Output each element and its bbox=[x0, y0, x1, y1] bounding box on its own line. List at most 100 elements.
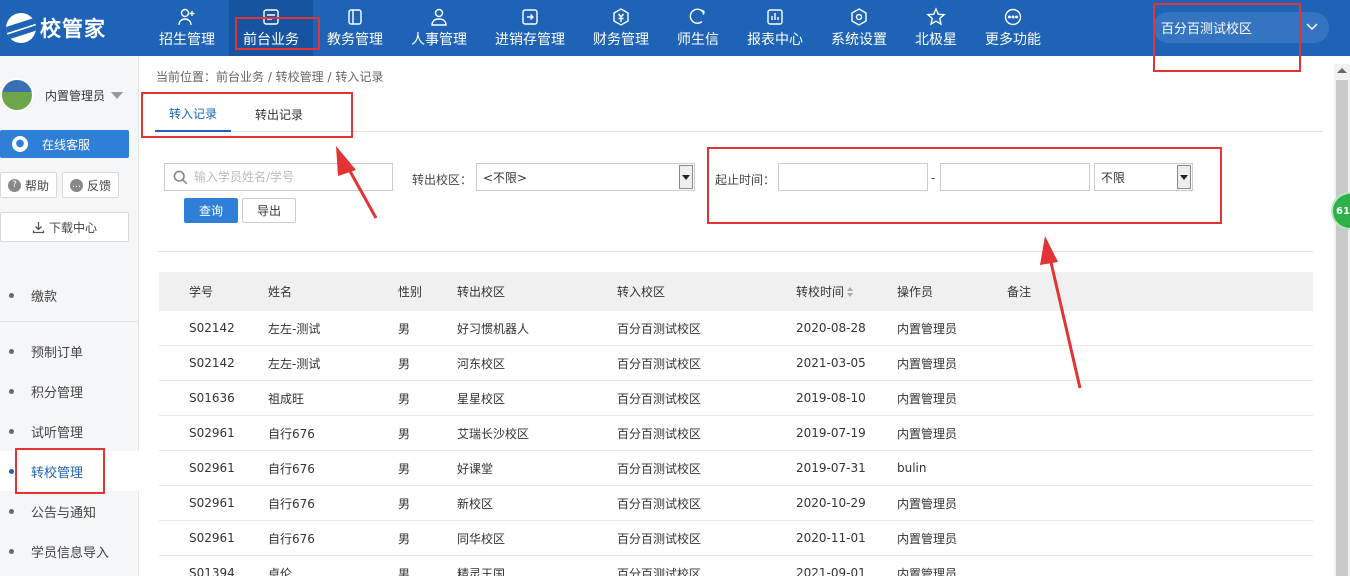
sidebar-item-notice[interactable]: 公告与通知 bbox=[0, 491, 139, 531]
sidebar-item-transfer[interactable]: 转校管理 bbox=[0, 451, 139, 491]
search-input[interactable] bbox=[194, 170, 384, 184]
sidebar-item-preorder[interactable]: 预制订单 bbox=[0, 331, 139, 371]
nav-academic[interactable]: 教务管理 bbox=[313, 0, 397, 56]
from-campus-label: 转出校区： bbox=[412, 173, 473, 187]
nav-settings[interactable]: 系统设置 bbox=[817, 0, 901, 56]
campus-name: 百分百测试校区 bbox=[1161, 22, 1253, 37]
sidebar-item-points[interactable]: 积分管理 bbox=[0, 371, 139, 411]
search-icon bbox=[173, 170, 188, 184]
help-feedback-group: ? 帮助 … 反馈 bbox=[0, 172, 120, 198]
top-navigation-bar: 校管家 招生管理 前台业务 教务管理 人事管理 进销存管理 财务管理 师生信 报… bbox=[0, 0, 1350, 56]
bullet-icon bbox=[9, 348, 14, 354]
transfer-in-table: 学号 姓名 性别 转出校区 转入校区 转校时间 操作员 备注 S02142 左左-… bbox=[159, 272, 1313, 576]
date-range-label: 起止时间： bbox=[715, 173, 776, 187]
question-icon: ? bbox=[8, 178, 21, 192]
col-gender: 性别 bbox=[398, 285, 423, 299]
search-box bbox=[164, 163, 393, 191]
logo-icon bbox=[6, 13, 36, 43]
dropdown-arrow-icon bbox=[1177, 165, 1191, 189]
filter-divider bbox=[158, 251, 1313, 252]
col-name: 姓名 bbox=[268, 285, 293, 299]
table-row[interactable]: S02142 左左-测试男好习惯机器人 百分百测试校区 2020-08-28 内置管理员 bbox=[159, 311, 1313, 346]
nav-finance[interactable]: 财务管理 bbox=[579, 0, 663, 56]
feedback-button[interactable]: … 反馈 bbox=[62, 172, 120, 198]
tab-transfer-in[interactable]: 转入记录 bbox=[155, 96, 232, 132]
table-row[interactable]: S02961 自行676 男艾瑞长沙校区 百分百测试校区 2019-07-19 内置管理员 bbox=[159, 416, 1313, 451]
front-desk-icon bbox=[263, 9, 279, 25]
bullet-icon bbox=[9, 508, 14, 514]
end-date-input[interactable] bbox=[940, 163, 1090, 191]
col-transfer-date[interactable]: 转校时间 bbox=[796, 283, 897, 300]
table-row[interactable]: S01394 卓伦男精灵王国 百分百测试校区 2021-09-01 内置管理员 bbox=[159, 556, 1313, 576]
user-plus-icon bbox=[178, 8, 195, 26]
sidebar-item-payment[interactable]: 缴款 bbox=[0, 275, 139, 315]
sort-icon bbox=[847, 287, 854, 297]
tab-bar: 转入记录 转出记录 bbox=[155, 96, 1323, 132]
bullet-icon bbox=[9, 548, 14, 554]
date-range-select[interactable]: 不限 bbox=[1094, 163, 1193, 191]
sidebar-item-trial[interactable]: 试听管理 bbox=[0, 411, 139, 451]
table-row[interactable]: S01636 祖成旺男星星校区 百分百测试校区 2019-08-10 内置管理员 bbox=[159, 381, 1313, 416]
start-date-input[interactable] bbox=[778, 163, 928, 191]
table-row[interactable]: S02961 自行676 男好课堂 百分百测试校区 2019-07-31 bulin bbox=[159, 451, 1313, 486]
user-name: 内置管理员 bbox=[45, 88, 106, 103]
money-icon bbox=[613, 8, 629, 26]
nav-enrollment[interactable]: 招生管理 bbox=[145, 0, 229, 56]
person-icon bbox=[431, 8, 447, 26]
bullet-icon bbox=[9, 428, 14, 434]
date-separator: - bbox=[931, 171, 936, 185]
col-student-id: 学号 bbox=[189, 285, 214, 299]
sidebar: 内置管理员 ● 在线客服 ? 帮助 … 反馈 下载中心 缴款 预制订单 积分管理… bbox=[0, 56, 139, 576]
help-button[interactable]: ? 帮助 bbox=[0, 172, 58, 198]
inventory-icon bbox=[522, 9, 538, 25]
export-button[interactable]: 导出 bbox=[242, 198, 296, 223]
report-icon bbox=[767, 9, 783, 25]
settings-icon bbox=[851, 8, 867, 26]
dropdown-arrow-icon bbox=[679, 165, 693, 189]
campus-selector[interactable]: 百分百测试校区 bbox=[1153, 12, 1329, 43]
nav-front-desk[interactable]: 前台业务 bbox=[229, 0, 313, 56]
sidebar-divider bbox=[0, 321, 139, 322]
bullet-icon bbox=[9, 292, 14, 298]
nav-more[interactable]: 更多功能 bbox=[971, 0, 1055, 56]
caret-down-icon bbox=[111, 91, 124, 99]
chat-icon bbox=[689, 8, 705, 24]
nav-inventory[interactable]: 进销存管理 bbox=[481, 0, 579, 56]
online-service-button[interactable]: ● 在线客服 bbox=[0, 130, 129, 158]
star-icon bbox=[926, 7, 946, 26]
tab-transfer-out[interactable]: 转出记录 bbox=[241, 96, 317, 132]
from-campus-select[interactable]: <不限> bbox=[476, 163, 695, 191]
nav-messaging[interactable]: 师生信 bbox=[663, 0, 733, 56]
chevron-down-icon bbox=[1306, 23, 1318, 31]
avatar bbox=[0, 78, 34, 112]
table-header: 学号 姓名 性别 转出校区 转入校区 转校时间 操作员 备注 bbox=[159, 272, 1313, 311]
table-row[interactable]: S02142 左左-测试男河东校区 百分百测试校区 2021-03-05 内置管理员 bbox=[159, 346, 1313, 381]
download-center-button[interactable]: 下载中心 bbox=[0, 212, 129, 242]
nav-hr[interactable]: 人事管理 bbox=[397, 0, 481, 56]
scroll-up-icon[interactable] bbox=[1337, 68, 1347, 73]
book-icon bbox=[348, 9, 362, 25]
nav-reports[interactable]: 报表中心 bbox=[733, 0, 817, 56]
download-icon bbox=[32, 221, 45, 233]
feedback-icon: … bbox=[70, 178, 84, 192]
col-to-campus: 转入校区 bbox=[617, 285, 666, 299]
user-info[interactable]: 内置管理员 bbox=[0, 78, 124, 112]
breadcrumb: 当前位置：前台业务 / 转校管理 / 转入记录 bbox=[156, 70, 384, 84]
col-operator: 操作员 bbox=[897, 285, 934, 299]
logo[interactable]: 校管家 bbox=[6, 8, 106, 48]
col-from-campus: 转出校区 bbox=[457, 285, 506, 299]
table-row[interactable]: S02961 自行676 男新校区 百分百测试校区 2020-10-29 内置管理员 bbox=[159, 486, 1313, 521]
query-button[interactable]: 查询 bbox=[184, 198, 238, 223]
scrollbar-thumb[interactable] bbox=[1336, 80, 1348, 576]
chat-bubble-icon: ● bbox=[12, 136, 28, 152]
col-remark: 备注 bbox=[1007, 285, 1032, 299]
table-row[interactable]: S02961 自行676 男同华校区 百分百测试校区 2020-11-01 内置管理员 bbox=[159, 521, 1313, 556]
sidebar-item-import[interactable]: 学员信息导入 bbox=[0, 531, 139, 571]
bullet-icon bbox=[9, 388, 14, 394]
more-icon bbox=[1004, 8, 1022, 26]
brand-name: 校管家 bbox=[40, 17, 106, 41]
vertical-scrollbar[interactable] bbox=[1334, 64, 1350, 576]
bullet-icon bbox=[9, 468, 14, 474]
nav-polaris[interactable]: 北极星 bbox=[901, 0, 971, 56]
main-nav: 招生管理 前台业务 教务管理 人事管理 进销存管理 财务管理 师生信 报表中心 bbox=[145, 0, 1055, 56]
